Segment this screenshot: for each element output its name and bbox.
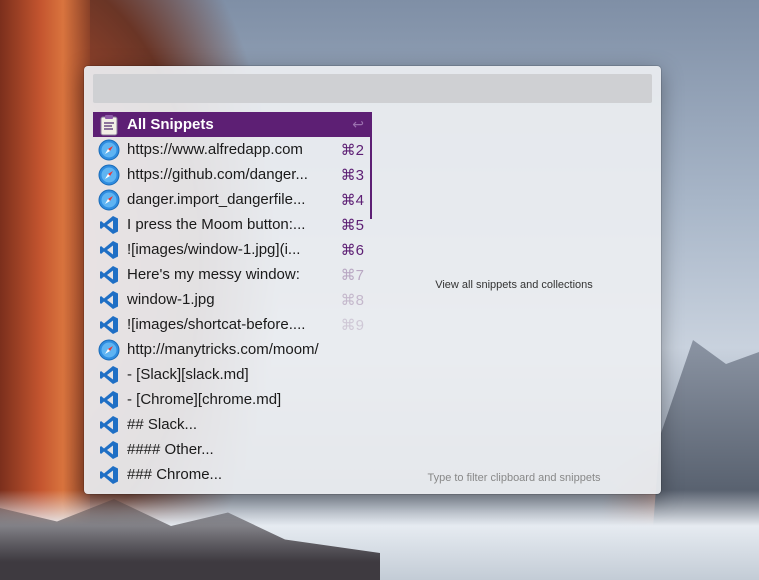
shortcut-hint: ↩ [352,116,364,132]
list-item-label: All Snippets [127,116,214,133]
shortcut-hint: ⌘7 [340,266,364,284]
snippets-icon [98,114,120,136]
vscode-icon [98,214,120,236]
vscode-icon [98,364,120,386]
vscode-icon [98,289,120,311]
list-item-label: https://github.com/danger... [127,166,308,183]
vscode-icon [98,314,120,336]
list-item[interactable]: https://github.com/danger... ⌘3 [93,162,372,187]
shortcut-hint: ⌘4 [340,191,364,209]
list-item-label: #### Other... [127,441,214,458]
list-item[interactable]: danger.import_dangerfile... ⌘4 [93,187,372,212]
safari-icon [98,339,120,361]
vscode-icon [98,464,120,486]
shortcut-hint: ⌘5 [340,216,364,234]
list-item[interactable]: http://manytricks.com/moom/ [93,337,372,362]
list-item-label: window-1.jpg [127,291,215,308]
list-item[interactable]: https://www.alfredapp.com ⌘2 [93,137,372,162]
list-item-label: ### Chrome... [127,466,223,483]
list-item-label: http://manytricks.com/moom/ [127,341,319,358]
safari-icon [98,139,120,161]
list-item-label: https://www.alfredapp.com [127,141,303,158]
shortcut-hint: ⌘6 [340,241,364,259]
vscode-icon [98,389,120,411]
shortcut-hint: ⌘9 [340,316,364,334]
list-item-label: - [Chrome][chrome.md] [127,391,282,408]
list-item-label: - [Slack][slack.md] [127,366,249,383]
vscode-icon [98,239,120,261]
list-item[interactable]: - [Slack][slack.md] [93,362,372,387]
list-item[interactable]: ![images/window-1.jpg](i... ⌘6 [93,237,372,262]
list-item[interactable]: - [Chrome][chrome.md] [93,387,372,412]
list-item-label: danger.import_dangerfile... [127,191,306,208]
list-item-label: ![images/shortcat-before.... [127,316,306,333]
vscode-icon [98,414,120,436]
list-item-label: ![images/window-1.jpg](i... [127,241,301,258]
preview-description: View all snippets and collections [435,279,593,291]
alfred-clipboard-window: All Snippets ↩ https://www.alfredapp.com ⌘2… [84,66,661,494]
list-item[interactable]: Here's my messy window: ⌘7 [93,262,372,287]
list-item[interactable]: ### Chrome... [93,462,372,487]
list-item-label: Here's my messy window: [127,266,300,283]
shortcut-hint: ⌘3 [340,166,364,184]
list-item[interactable]: window-1.jpg ⌘8 [93,287,372,312]
search-input[interactable] [93,74,652,103]
vscode-icon [98,439,120,461]
vscode-icon [98,264,120,286]
list-item-selected[interactable]: All Snippets ↩ [93,112,372,137]
list-item[interactable]: ## Slack... [93,412,372,437]
list-item[interactable]: ![images/shortcat-before.... ⌘9 [93,312,372,337]
results-list: All Snippets ↩ https://www.alfredapp.com ⌘2… [93,112,372,487]
shortcut-hint: ⌘8 [340,291,364,309]
footer-hint: Type to filter clipboard and snippets [427,472,601,484]
safari-icon [98,164,120,186]
shortcut-hint: ⌘2 [340,141,364,159]
list-item-label: ## Slack... [127,416,198,433]
list-item[interactable]: I press the Moom button:... ⌘5 [93,212,372,237]
list-item-label: I press the Moom button:... [127,216,306,233]
safari-icon [98,189,120,211]
list-item[interactable]: #### Other... [93,437,372,462]
